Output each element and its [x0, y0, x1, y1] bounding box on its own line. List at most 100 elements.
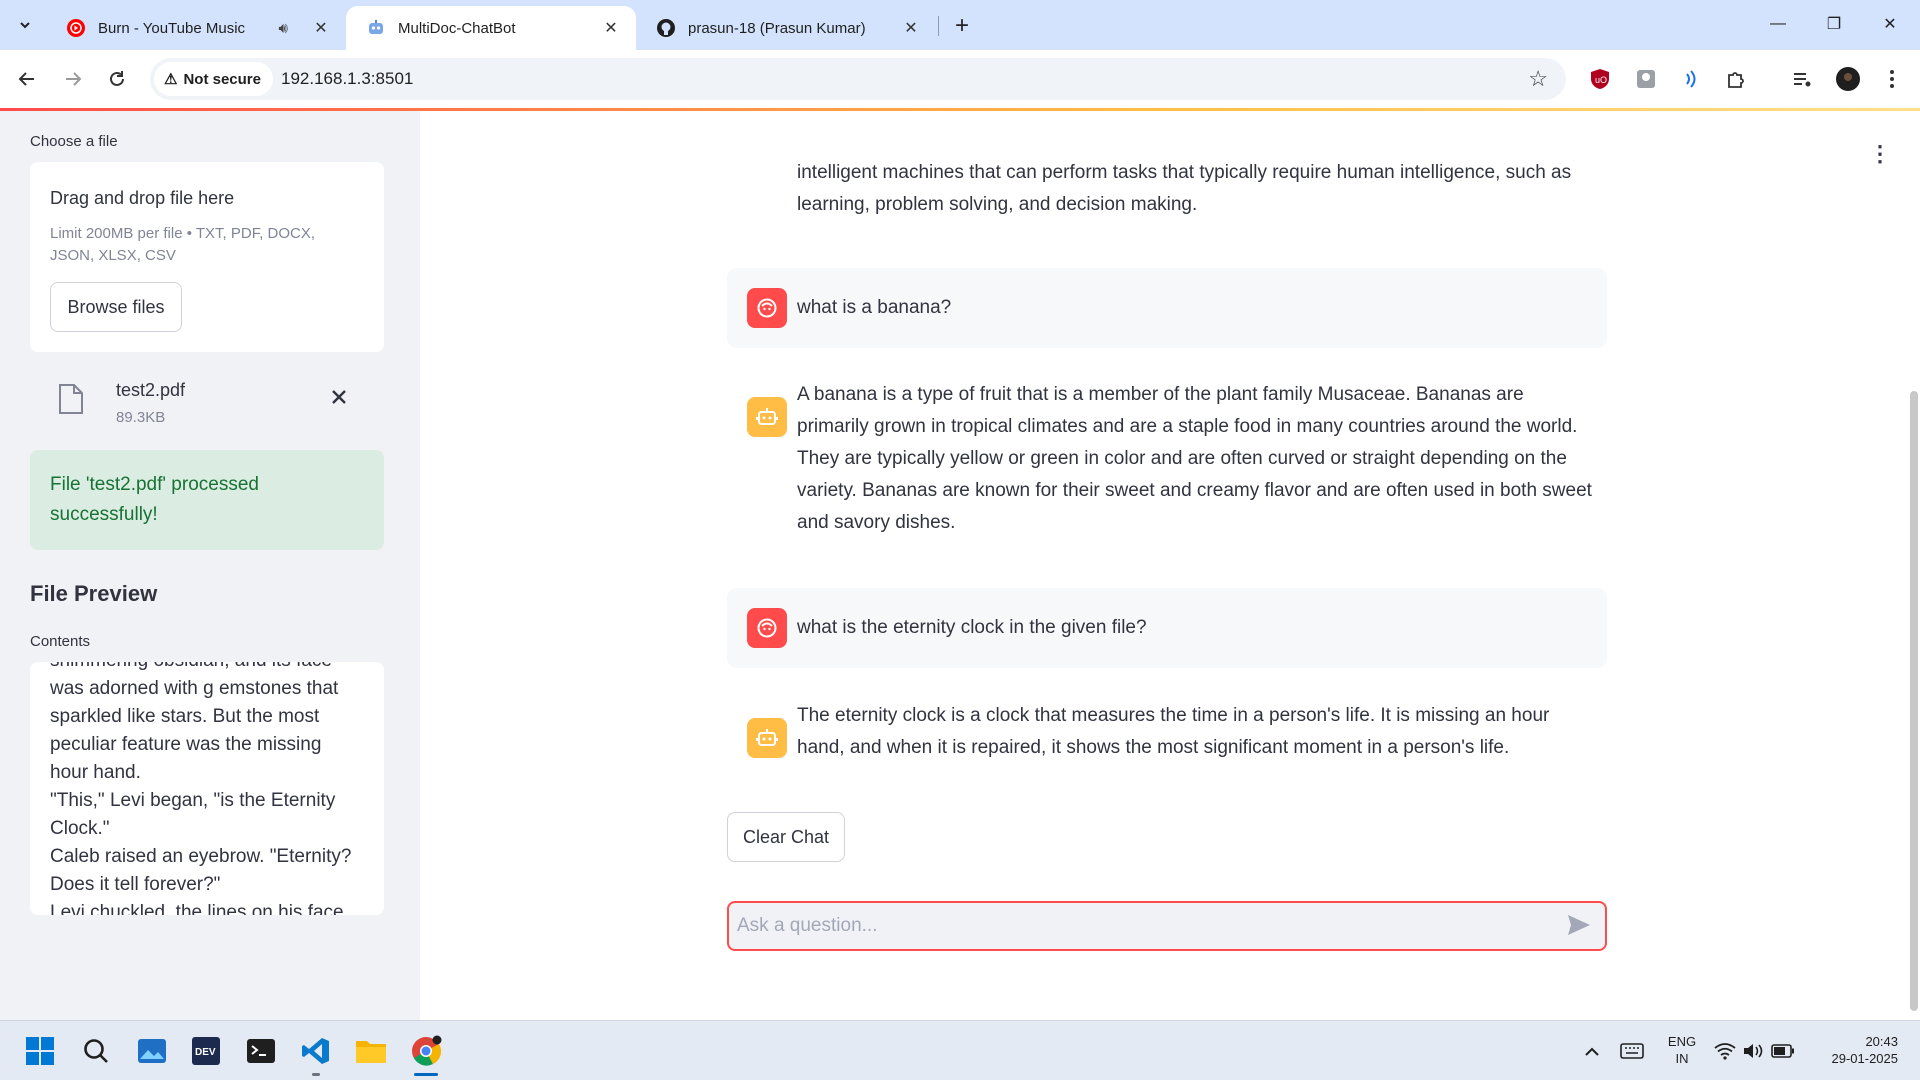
vscode-running-indicator — [312, 1073, 320, 1076]
ublock-icon[interactable]: uO — [1586, 65, 1614, 93]
user-avatar-icon — [747, 608, 787, 648]
arrow-left-icon — [18, 72, 34, 86]
chat-input-container — [727, 901, 1607, 951]
svg-text:uO: uO — [1595, 75, 1607, 85]
file-icon — [58, 383, 84, 420]
windows-taskbar: DEV ENG IN 20:43 29-01-2025 — [0, 1020, 1920, 1080]
uploaded-file: test2.pdf 89.3KB — [30, 361, 384, 441]
clear-chat-button[interactable]: Clear Chat — [727, 812, 845, 862]
restore-button[interactable]: ❐ — [1814, 8, 1854, 40]
read-aloud-icon[interactable] — [1676, 65, 1704, 93]
chat-message-user: what is a banana? — [727, 268, 1607, 348]
wifi-icon[interactable] — [1710, 1033, 1740, 1069]
chat-message-assistant: The eternity clock is a clock that measu… — [727, 700, 1607, 780]
speaker-icon[interactable]: 🔊︎ — [279, 20, 288, 37]
close-icon[interactable]: ✕ — [900, 17, 922, 39]
terminal-icon[interactable] — [243, 1033, 279, 1069]
url-text[interactable]: 192.168.1.3:8501 — [281, 69, 413, 89]
message-text: what is the eternity clock in the given … — [797, 617, 1147, 638]
contents-text: shimmering obsidian, and its face was ad… — [50, 662, 352, 915]
bot-avatar-icon — [747, 718, 787, 758]
main-content: ⋮ intelligent machines that can perform … — [420, 111, 1920, 1020]
app-menu-icon[interactable]: ⋮ — [1869, 141, 1891, 167]
chrome-icon[interactable] — [408, 1033, 444, 1069]
bot-avatar-icon — [747, 397, 787, 437]
tab-separator — [938, 16, 939, 36]
language-label: ENG — [1667, 1034, 1697, 1049]
keyboard-icon[interactable] — [1614, 1033, 1650, 1069]
uploader-label: Choose a file — [30, 133, 118, 150]
photos-app-icon[interactable] — [134, 1033, 170, 1069]
minimize-button[interactable]: — — [1758, 8, 1798, 40]
chevron-up-icon[interactable] — [1575, 1033, 1609, 1069]
battery-icon[interactable] — [1768, 1033, 1798, 1069]
tab-search-button[interactable] — [10, 10, 40, 40]
contents-label: Contents — [30, 633, 91, 650]
security-label: Not secure — [183, 70, 261, 88]
chat-input[interactable] — [737, 909, 1537, 943]
svg-text:DEV: DEV — [195, 1047, 216, 1058]
language-indicator[interactable]: ENG IN — [1664, 1033, 1700, 1067]
tab-title: prasun-18 (Prasun Kumar) — [688, 19, 866, 37]
tab-title: Burn - YouTube Music — [98, 19, 246, 37]
media-control-icon[interactable] — [1788, 65, 1816, 93]
windows-start-icon[interactable] — [22, 1033, 58, 1069]
success-alert: File 'test2.pdf' processed successfully! — [30, 450, 384, 550]
chat-message-assistant: intelligent machines that can perform ta… — [727, 159, 1607, 239]
date-label: 29-01-2025 — [1831, 1051, 1899, 1066]
sidebar: Choose a file Drag and drop file here Li… — [0, 111, 420, 1020]
profile-avatar[interactable] — [1834, 65, 1862, 93]
search-icon[interactable] — [78, 1033, 114, 1069]
star-icon[interactable]: ☆ — [1528, 66, 1548, 92]
reload-icon — [110, 71, 124, 86]
browser-tab-strip: Burn - YouTube Music 🔊︎ ✕ MultiDoc-ChatB… — [0, 0, 1920, 50]
browser-toolbar: ⚠︎ Not secure 192.168.1.3:8501 ☆ uO — [0, 50, 1920, 108]
youtube-music-icon — [66, 18, 86, 38]
region-label: IN — [1675, 1051, 1689, 1066]
forward-button[interactable] — [56, 62, 90, 96]
browse-files-button[interactable]: Browse files — [50, 282, 182, 332]
remove-file-icon[interactable] — [330, 385, 348, 413]
extension-avatar-icon[interactable] — [1632, 65, 1660, 93]
security-chip[interactable]: ⚠︎ Not secure — [154, 62, 273, 96]
tab-youtube-music[interactable]: Burn - YouTube Music 🔊︎ ✕ — [46, 6, 346, 50]
dropzone-title: Drag and drop file here — [50, 188, 235, 208]
dropzone-limit: Limit 200MB per file • TXT, PDF, DOCX, J… — [50, 225, 316, 264]
new-tab-button[interactable]: + — [948, 12, 976, 40]
close-icon[interactable]: ✕ — [310, 17, 332, 39]
reload-button[interactable] — [100, 62, 134, 96]
back-button[interactable] — [10, 62, 44, 96]
chevron-down-icon — [20, 22, 30, 29]
file-explorer-icon[interactable] — [353, 1033, 389, 1069]
chat-message-assistant: A banana is a type of fruit that is a me… — [727, 379, 1607, 559]
file-preview-title: File Preview — [30, 581, 158, 606]
main-scrollbar[interactable] — [1910, 391, 1918, 1011]
contents-textarea[interactable]: shimmering obsidian, and its face was ad… — [30, 662, 384, 915]
message-text: A banana is a type of fruit that is a me… — [797, 384, 1592, 533]
address-bar[interactable]: ⚠︎ Not secure 192.168.1.3:8501 ☆ — [150, 58, 1566, 100]
file-name: test2.pdf — [116, 380, 186, 400]
tab-github[interactable]: prasun-18 (Prasun Kumar) ✕ — [636, 6, 936, 50]
dev-home-icon[interactable]: DEV — [188, 1033, 224, 1069]
tab-multidoc-chatbot[interactable]: MultiDoc-ChatBot ✕ — [346, 6, 636, 50]
chat-message-user: what is the eternity clock in the given … — [727, 588, 1607, 668]
volume-icon[interactable] — [1738, 1033, 1768, 1069]
vscode-icon[interactable] — [298, 1033, 334, 1069]
send-icon[interactable] — [1567, 914, 1591, 941]
message-text: intelligent machines that can perform ta… — [797, 162, 1572, 215]
puzzle-icon[interactable] — [1722, 65, 1750, 93]
warning-icon: ⚠︎ — [164, 71, 178, 88]
arrow-right-icon — [66, 72, 82, 86]
user-avatar-icon — [747, 288, 787, 328]
close-icon[interactable]: ✕ — [600, 17, 622, 39]
robot-icon — [366, 18, 386, 38]
browser-menu-icon[interactable] — [1878, 65, 1906, 93]
file-dropzone[interactable]: Drag and drop file here Limit 200MB per … — [30, 162, 384, 352]
message-text: what is a banana? — [797, 297, 952, 318]
time-label: 20:43 — [1865, 1034, 1898, 1049]
close-window-button[interactable]: ✕ — [1870, 8, 1910, 40]
clock[interactable]: 20:43 29-01-2025 — [1808, 1033, 1899, 1067]
message-text: The eternity clock is a clock that measu… — [797, 705, 1550, 758]
file-size: 89.3KB — [116, 409, 166, 426]
github-icon — [656, 18, 676, 38]
